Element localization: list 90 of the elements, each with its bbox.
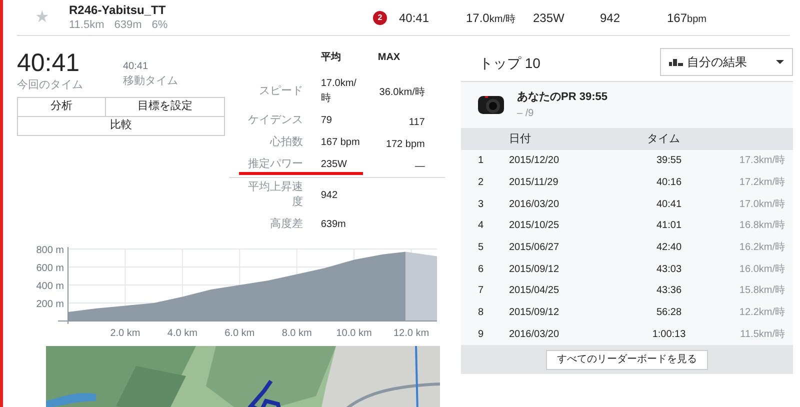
stat-max: —	[414, 160, 425, 174]
rank-cell-text: 4	[477, 219, 485, 234]
date-cell-text: 2016/03/20	[509, 328, 560, 342]
date-cell-text: 2015/06/27	[509, 241, 560, 256]
moving-time-label: 移動タイム	[123, 74, 178, 89]
stat-max: 117	[408, 116, 425, 130]
rank-cell-text: 7	[477, 284, 485, 298]
pr-rank: – /9	[517, 106, 535, 121]
column-header: タイム	[647, 132, 680, 147]
x-tick-label: 10.0 km	[336, 328, 372, 336]
stat-average: 17.0km/時	[320, 77, 358, 106]
column-header: MAX	[378, 51, 400, 65]
time-cell-text: 43:36	[655, 284, 683, 298]
stat-label: 推定パワー	[246, 157, 303, 172]
stat-label: 高度差	[268, 217, 303, 232]
x-tick-label: 4.0 km	[167, 328, 198, 336]
stat-max: 172 bpm	[384, 138, 425, 152]
power-value: 235W	[533, 10, 566, 26]
date-cell-text: 2015/09/12	[509, 306, 560, 320]
speed-cell-text: 16.0km/時	[738, 262, 785, 277]
date-cell-text: 2015/10/25	[509, 219, 560, 234]
rank-cell-text: 8	[477, 306, 485, 320]
moving-time: 40:41	[123, 60, 150, 73]
caret-icon	[776, 60, 784, 64]
stat-average: 942	[320, 188, 339, 202]
leaderboard-title: トップ 10	[479, 54, 540, 73]
y-tick-label: 800 m	[36, 245, 64, 256]
time-cell-text: 39:55	[655, 154, 683, 168]
pr-title: あなたのPR 39:55	[517, 90, 608, 106]
time-cell-text: 56:28	[655, 306, 683, 320]
time-cell-text: 41:01	[655, 219, 683, 234]
speed-cell-text: 17.0km/時	[738, 198, 785, 212]
stat-average: 639m	[320, 218, 347, 232]
speed-cell-text: 11.5km/時	[739, 328, 785, 342]
speed-cell-text: 16.2km/時	[738, 240, 785, 256]
rank-cell-text: 2	[477, 176, 485, 190]
stat-average: 167 bpm	[320, 136, 361, 150]
time-cell-text: 43:03	[655, 262, 683, 277]
elapsed-time-label: 今回のタイム	[17, 78, 84, 93]
column-header: 日付	[509, 132, 532, 147]
time-cell-text: 1:00:13	[651, 328, 687, 342]
date-cell-text: 2015/11/29	[509, 176, 560, 190]
x-tick-label: 2.0 km	[110, 328, 140, 336]
segment-stat: 639m	[114, 18, 142, 32]
view-all-button[interactable]: すべてのリーダーボードを見る	[546, 350, 708, 370]
stat-max: 36.0km/時	[378, 86, 425, 100]
x-tick-label: 12.0 km	[393, 328, 430, 336]
segment-stat: 11.5km	[69, 18, 104, 32]
stat-label: 心拍数	[268, 135, 303, 150]
stat-average: 79	[320, 114, 333, 128]
x-tick-label: 6.0 km	[224, 328, 255, 336]
elapsed-time: 40:41	[17, 50, 81, 77]
rank-cell-text: 1	[477, 154, 485, 168]
x-tick-label: 8.0 km	[282, 328, 312, 336]
speed-cell-text: 17.3km/時	[738, 154, 785, 168]
stat-label: スピード	[258, 84, 303, 98]
date-cell-text: 2015/04/25	[509, 284, 560, 298]
action-button[interactable]: 分析	[18, 98, 106, 116]
rank-cell-text: 5	[477, 241, 485, 256]
stat-label: ケイデンス	[246, 113, 303, 128]
date-cell-text: 2015/12/20	[509, 154, 560, 168]
speed-value: 17.0km/時	[466, 10, 516, 26]
time-cell-text: 40:16	[655, 176, 683, 190]
speed-cell-text: 16.8km/時	[738, 218, 785, 234]
rank-cell-text: 3	[477, 198, 485, 212]
filter-dropdown[interactable]: 自分の結果	[660, 48, 793, 76]
stat-average: 235W	[320, 158, 348, 172]
date-cell-text: 2015/09/12	[509, 262, 560, 277]
speed-cell-text: 15.8km/時	[738, 284, 785, 298]
speed-cell-text: 12.2km/時	[738, 306, 785, 320]
y-tick-label: 600 m	[36, 263, 64, 274]
climb-value: 942	[600, 10, 622, 26]
speed-cell-text: 17.2km/時	[738, 176, 785, 190]
heart-rate-value: 167bpm	[667, 10, 706, 26]
rank-badge: 2	[373, 10, 387, 24]
time-value: 40:41	[399, 10, 430, 26]
segment-title[interactable]: R246-Yabitsu_TT	[69, 3, 319, 18]
y-tick-label: 400 m	[36, 281, 64, 292]
action-button[interactable]: 目標を設定	[106, 98, 225, 116]
bar-chart-icon	[669, 58, 683, 66]
segment-stat: 6%	[152, 18, 168, 32]
y-tick-label: 200 m	[36, 299, 64, 310]
column-header: 平均	[320, 50, 342, 65]
time-cell-text: 42:40	[655, 241, 683, 256]
rank-cell-text: 9	[477, 328, 485, 342]
time-cell-text: 40:41	[655, 198, 683, 212]
date-cell-text: 2016/03/20	[509, 198, 560, 212]
rank-cell-text: 6	[477, 262, 485, 277]
stat-label: 平均上昇速度	[246, 180, 303, 210]
action-button[interactable]: 比較	[18, 116, 225, 136]
